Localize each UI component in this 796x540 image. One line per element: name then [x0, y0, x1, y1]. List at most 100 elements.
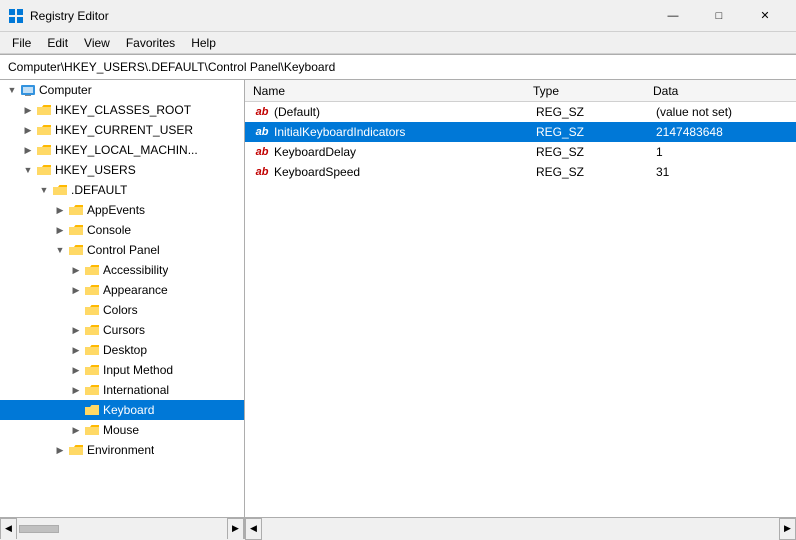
expand-arrow-hku[interactable]: ▼	[20, 162, 36, 178]
reg-icon-keyboarddelay: ab	[253, 145, 271, 159]
computer-icon	[20, 83, 36, 97]
folder-icon-desktop	[84, 343, 100, 357]
app-icon	[8, 8, 24, 24]
tree-item-computer[interactable]: ▼ Computer	[0, 80, 244, 100]
tree-label-controlpanel: Control Panel	[87, 243, 160, 257]
tree-item-environment[interactable]: ▶ Environment	[0, 440, 244, 460]
cell-data-default: (value not set)	[656, 105, 788, 119]
menu-favorites[interactable]: Favorites	[118, 34, 183, 52]
cell-type-initialkeyboard: REG_SZ	[536, 125, 656, 139]
tree-item-keyboard[interactable]: Keyboard	[0, 400, 244, 420]
folder-icon-keyboard	[84, 403, 100, 417]
tree-item-mouse[interactable]: ▶ Mouse	[0, 420, 244, 440]
h-scroll-left[interactable]: ◀ ▶	[0, 518, 245, 539]
col-header-name: Name	[253, 84, 533, 98]
folder-icon-colors	[84, 303, 100, 317]
h-scroll-right[interactable]: ◀ ▶	[245, 518, 796, 539]
tree-item-hkcu[interactable]: ▶ HKEY_CURRENT_USER	[0, 120, 244, 140]
expand-arrow-international[interactable]: ▶	[68, 382, 84, 398]
bottom-scroll-area: ◀ ▶ ◀ ▶	[0, 517, 796, 539]
folder-icon-hku	[36, 163, 52, 177]
scroll-thumb-left[interactable]	[19, 525, 59, 533]
expand-arrow-controlpanel[interactable]: ▼	[52, 242, 68, 258]
scroll-btn-right[interactable]: ▶	[227, 518, 244, 539]
scroll-btn-left[interactable]: ◀	[0, 518, 17, 539]
expand-arrow-inputmethod[interactable]: ▶	[68, 362, 84, 378]
expand-arrow-appevents[interactable]: ▶	[52, 202, 68, 218]
expand-arrow-appearance[interactable]: ▶	[68, 282, 84, 298]
expand-arrow-computer[interactable]: ▼	[4, 82, 20, 98]
tree-item-appevents[interactable]: ▶ AppEvents	[0, 200, 244, 220]
maximize-button[interactable]: □	[696, 0, 742, 32]
tree-label-accessibility: Accessibility	[103, 263, 168, 277]
tree-item-international[interactable]: ▶ International	[0, 380, 244, 400]
expand-arrow-desktop[interactable]: ▶	[68, 342, 84, 358]
tree-scroll[interactable]: ▼ Computer ▶ HKEY_CLASSES_ROOT	[0, 80, 244, 517]
tree-label-hkcu: HKEY_CURRENT_USER	[55, 123, 193, 137]
folder-icon-hkcu	[36, 123, 52, 137]
menu-file[interactable]: File	[4, 34, 39, 52]
tree-item-hklm[interactable]: ▶ HKEY_LOCAL_MACHIN...	[0, 140, 244, 160]
row-keyboarddelay[interactable]: ab KeyboardDelay REG_SZ 1	[245, 142, 796, 162]
menu-view[interactable]: View	[76, 34, 118, 52]
tree-label-international: International	[103, 383, 169, 397]
scroll-btn-right2[interactable]: ◀	[245, 518, 262, 540]
expand-arrow-mouse[interactable]: ▶	[68, 422, 84, 438]
tree-item-inputmethod[interactable]: ▶ Input Method	[0, 360, 244, 380]
tree-label-inputmethod: Input Method	[103, 363, 173, 377]
expand-arrow-console[interactable]: ▶	[52, 222, 68, 238]
expand-arrow-hkcu[interactable]: ▶	[20, 122, 36, 138]
menu-help[interactable]: Help	[183, 34, 224, 52]
expand-arrow-environment[interactable]: ▶	[52, 442, 68, 458]
col-header-type: Type	[533, 84, 653, 98]
tree-item-default[interactable]: ▼ .DEFAULT	[0, 180, 244, 200]
row-keyboardspeed[interactable]: ab KeyboardSpeed REG_SZ 31	[245, 162, 796, 182]
row-default[interactable]: ab (Default) REG_SZ (value not set)	[245, 102, 796, 122]
window-title: Registry Editor	[30, 9, 650, 23]
tree-item-cursors[interactable]: ▶ Cursors	[0, 320, 244, 340]
tree-item-colors[interactable]: Colors	[0, 300, 244, 320]
scroll-btn-right3[interactable]: ▶	[779, 518, 796, 540]
cell-type-keyboardspeed: REG_SZ	[536, 165, 656, 179]
title-bar: Registry Editor — □ ✕	[0, 0, 796, 32]
cell-data-initialkeyboard: 2147483648	[656, 125, 788, 139]
tree-item-console[interactable]: ▶ Console	[0, 220, 244, 240]
reg-icon-keyboardspeed: ab	[253, 165, 271, 179]
tree-label-computer: Computer	[39, 83, 92, 97]
tree-item-hkcr[interactable]: ▶ HKEY_CLASSES_ROOT	[0, 100, 244, 120]
expand-arrow-cursors[interactable]: ▶	[68, 322, 84, 338]
tree-label-console: Console	[87, 223, 131, 237]
cell-name-default: (Default)	[274, 105, 536, 119]
scroll-track-left[interactable]	[19, 525, 225, 533]
row-initialkeyboard[interactable]: ab InitialKeyboardIndicators REG_SZ 2147…	[245, 122, 796, 142]
folder-icon-controlpanel	[68, 243, 84, 257]
tree-label-appevents: AppEvents	[87, 203, 145, 217]
cell-type-keyboarddelay: REG_SZ	[536, 145, 656, 159]
tree-item-appearance[interactable]: ▶ Appearance	[0, 280, 244, 300]
col-header-data: Data	[653, 84, 788, 98]
tree-item-controlpanel[interactable]: ▼ Control Panel	[0, 240, 244, 260]
expand-arrow-default[interactable]: ▼	[36, 182, 52, 198]
folder-icon-cursors	[84, 323, 100, 337]
tree-label-environment: Environment	[87, 443, 154, 457]
folder-icon-appearance	[84, 283, 100, 297]
tree-item-hku[interactable]: ▼ HKEY_USERS	[0, 160, 244, 180]
reg-icon-default: ab	[253, 105, 271, 119]
menu-edit[interactable]: Edit	[39, 34, 76, 52]
expand-arrow-hklm[interactable]: ▶	[20, 142, 36, 158]
tree-label-default: .DEFAULT	[71, 183, 127, 197]
tree-item-accessibility[interactable]: ▶ Accessibility	[0, 260, 244, 280]
scroll-track-right[interactable]	[264, 525, 777, 533]
folder-icon-hkcr	[36, 103, 52, 117]
minimize-button[interactable]: —	[650, 0, 696, 32]
tree-label-desktop: Desktop	[103, 343, 147, 357]
expand-arrow-hkcr[interactable]: ▶	[20, 102, 36, 118]
reg-icon-initialkeyboard: ab	[253, 125, 271, 139]
window-controls: — □ ✕	[650, 0, 788, 32]
folder-icon-appevents	[68, 203, 84, 217]
tree-item-desktop[interactable]: ▶ Desktop	[0, 340, 244, 360]
cell-name-keyboarddelay: KeyboardDelay	[274, 145, 536, 159]
expand-arrow-accessibility[interactable]: ▶	[68, 262, 84, 278]
close-button[interactable]: ✕	[742, 0, 788, 32]
folder-icon-console	[68, 223, 84, 237]
